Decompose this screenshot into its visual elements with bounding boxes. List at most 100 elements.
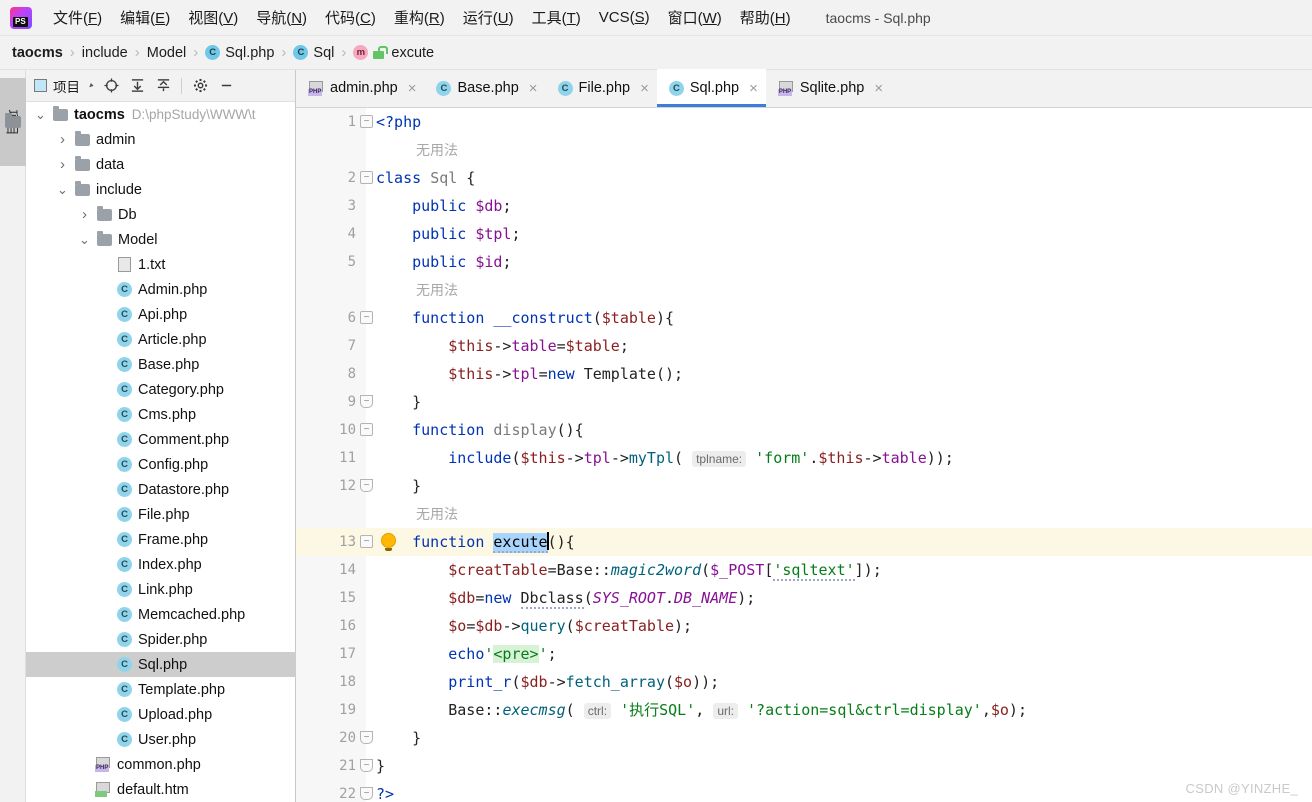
chevron-down-icon[interactable]: ▾ — [86, 81, 95, 90]
code-line[interactable]: $db=new Dbclass(SYS_ROOT.DB_NAME); — [376, 584, 755, 612]
editor-tab-Base-php[interactable]: C Base.php × — [424, 69, 545, 107]
breadcrumb-item-include[interactable]: include — [82, 45, 128, 61]
tree-item-admin[interactable]: › admin — [26, 127, 296, 152]
folder-icon[interactable] — [5, 113, 21, 128]
tree-item-Model[interactable]: ⌄ Model — [26, 227, 296, 252]
tree-item-User-php[interactable]: C User.php — [26, 727, 296, 752]
code-line[interactable]: function excute(){ — [376, 528, 575, 556]
code-line[interactable]: } — [376, 472, 421, 500]
code-line[interactable]: <?php — [376, 108, 421, 136]
code-editor[interactable]: <?php 无用法 class Sql { public $db; public $… — [296, 108, 1312, 802]
tree-item-Category-php[interactable]: C Category.php — [26, 377, 296, 402]
fold-collapse-icon[interactable]: − — [360, 535, 373, 548]
code-content[interactable]: <?php 无用法 class Sql { public $db; public $… — [296, 108, 1312, 802]
tree-item-Link-php[interactable]: C Link.php — [26, 577, 296, 602]
project-panel-title[interactable]: 项目 — [34, 76, 80, 96]
chevron-right-icon[interactable]: › — [78, 206, 91, 223]
code-line[interactable]: print_r($db->fetch_array($o)); — [376, 668, 719, 696]
intention-bulb-icon[interactable] — [382, 534, 395, 551]
breadcrumb-item-taocms[interactable]: taocms — [12, 45, 63, 61]
close-icon[interactable]: × — [529, 80, 538, 97]
chevron-right-icon[interactable]: › — [56, 156, 69, 173]
menu-item-5[interactable]: 重构(R) — [385, 4, 454, 31]
code-line[interactable]: } — [376, 724, 421, 752]
chevron-down-icon[interactable]: ⌄ — [56, 183, 69, 196]
tree-item-Base-php[interactable]: C Base.php — [26, 352, 296, 377]
tree-item-common-php[interactable]: common.php — [26, 752, 296, 777]
close-icon[interactable]: × — [640, 80, 649, 97]
tree-item-Frame-php[interactable]: C Frame.php — [26, 527, 296, 552]
code-line[interactable]: public $id; — [376, 248, 511, 276]
code-line[interactable]: public $db; — [376, 192, 511, 220]
menu-item-7[interactable]: 工具(T) — [523, 4, 590, 31]
code-line[interactable]: } — [376, 388, 421, 416]
tree-item-Article-php[interactable]: C Article.php — [26, 327, 296, 352]
code-line[interactable]: public $tpl; — [376, 220, 520, 248]
code-line[interactable]: function __construct($table){ — [376, 304, 674, 332]
hide-panel-icon[interactable] — [213, 74, 239, 98]
menu-item-4[interactable]: 代码(C) — [316, 4, 385, 31]
tree-item-Db[interactable]: › Db — [26, 202, 296, 227]
code-line[interactable]: $creatTable=Base::magic2word($_POST['sql… — [376, 556, 882, 584]
project-file-tree[interactable]: ⌄ taocms D:\phpStudy\WWW\t › admin › data ⌄ incl… — [26, 102, 296, 802]
editor-tab-Sql-php[interactable]: C Sql.php × — [656, 69, 766, 107]
tree-item-Index-php[interactable]: C Index.php — [26, 552, 296, 577]
editor-tab-File-php[interactable]: C File.php × — [546, 69, 657, 107]
tree-item-default-htm[interactable]: default.htm — [26, 777, 296, 802]
editor-tab-bar[interactable]: admin.php×CBase.php×CFile.php×CSql.php×S… — [296, 69, 1312, 108]
select-opened-file-icon[interactable] — [98, 74, 124, 98]
tree-item-Datastore-php[interactable]: C Datastore.php — [26, 477, 296, 502]
editor-tab-admin-php[interactable]: admin.php × — [296, 69, 424, 107]
breadcrumb[interactable]: taocms › include › Model › C Sql.php › C Sql › m excu… — [0, 36, 1312, 70]
chevron-down-icon[interactable]: ⌄ — [34, 108, 47, 121]
fold-end-icon[interactable]: − — [360, 787, 373, 800]
breadcrumb-item-Sql[interactable]: C Sql — [293, 45, 334, 61]
menu-item-3[interactable]: 导航(N) — [247, 4, 316, 31]
menu-item-0[interactable]: 文件(F) — [44, 4, 111, 31]
breadcrumb-item-Model[interactable]: Model — [147, 45, 187, 61]
fold-end-icon[interactable]: − — [360, 759, 373, 772]
code-line[interactable]: ?> — [376, 780, 395, 802]
code-line[interactable]: class Sql { — [376, 164, 475, 192]
chevron-down-icon[interactable]: ⌄ — [78, 233, 91, 246]
tree-item-Memcached-php[interactable]: C Memcached.php — [26, 602, 296, 627]
code-line[interactable]: include($this->tpl->myTpl( tplname: 'for… — [376, 444, 954, 472]
code-line[interactable]: echo'<pre>'; — [376, 640, 557, 668]
fold-collapse-icon[interactable]: − — [360, 115, 373, 128]
tree-item-Template-php[interactable]: C Template.php — [26, 677, 296, 702]
selected-identifier[interactable]: excute — [493, 533, 548, 553]
close-icon[interactable]: × — [874, 80, 883, 97]
tree-item-1-txt[interactable]: 1.txt — [26, 252, 296, 277]
tree-item-taocms[interactable]: ⌄ taocms D:\phpStudy\WWW\t — [26, 102, 296, 127]
breadcrumb-item-Sql-php[interactable]: C Sql.php — [205, 45, 274, 61]
expand-all-icon[interactable] — [124, 74, 150, 98]
close-icon[interactable]: × — [749, 80, 758, 97]
menu-item-10[interactable]: 帮助(H) — [731, 4, 800, 31]
fold-collapse-icon[interactable]: − — [360, 423, 373, 436]
fold-end-icon[interactable]: − — [360, 395, 373, 408]
tree-item-Config-php[interactable]: C Config.php — [26, 452, 296, 477]
menu-item-8[interactable]: VCS(S) — [590, 6, 659, 29]
tree-item-Cms-php[interactable]: C Cms.php — [26, 402, 296, 427]
code-line[interactable]: $o=$db->query($creatTable); — [376, 612, 692, 640]
fold-end-icon[interactable]: − — [360, 479, 373, 492]
menu-item-1[interactable]: 编辑(E) — [111, 4, 179, 31]
tree-item-File-php[interactable]: C File.php — [26, 502, 296, 527]
settings-gear-icon[interactable] — [187, 74, 213, 98]
menu-item-9[interactable]: 窗口(W) — [659, 4, 731, 31]
breadcrumb-item-excute[interactable]: m excute — [353, 45, 434, 61]
chevron-right-icon[interactable]: › — [56, 131, 69, 148]
tree-item-include[interactable]: ⌄ include — [26, 177, 296, 202]
tree-item-Sql-php[interactable]: C Sql.php — [26, 652, 296, 677]
tree-item-Admin-php[interactable]: C Admin.php — [26, 277, 296, 302]
fold-collapse-icon[interactable]: − — [360, 171, 373, 184]
fold-collapse-icon[interactable]: − — [360, 311, 373, 324]
code-line[interactable]: Base::execmsg( ctrl: '执行SQL', url: '?act… — [376, 696, 1027, 724]
code-line[interactable]: $this->table=$table; — [376, 332, 629, 360]
tree-item-Upload-php[interactable]: C Upload.php — [26, 702, 296, 727]
code-line[interactable]: } — [376, 752, 385, 780]
tree-item-Spider-php[interactable]: C Spider.php — [26, 627, 296, 652]
fold-end-icon[interactable]: − — [360, 731, 373, 744]
editor-tab-Sqlite-php[interactable]: Sqlite.php × — [766, 69, 891, 107]
collapse-all-icon[interactable] — [150, 74, 176, 98]
